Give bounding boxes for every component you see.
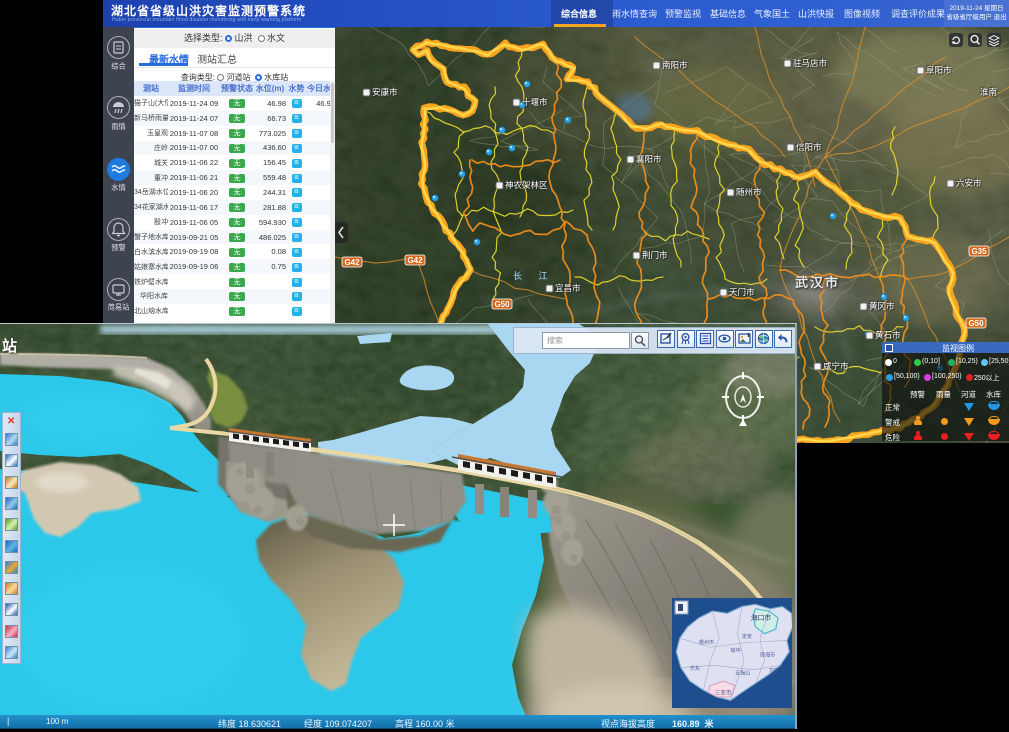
svg-text:定安: 定安: [742, 633, 752, 640]
svg-text:站: 站: [2, 337, 17, 355]
svg-text:G50: G50: [494, 300, 510, 309]
svg-text:天门市: 天门市: [729, 287, 755, 297]
svg-text:G35: G35: [971, 247, 987, 256]
svg-text:黄石市: 黄石市: [875, 330, 901, 340]
svg-text:三亚市: 三亚市: [715, 689, 732, 697]
svg-text:长 江: 长 江: [513, 270, 555, 281]
svg-text:G50: G50: [968, 319, 984, 328]
svg-text:阜阳市: 阜阳市: [926, 65, 952, 75]
svg-text:武汉市: 武汉市: [795, 275, 840, 290]
svg-text:海口市: 海口市: [751, 613, 772, 622]
svg-text:荆门市: 荆门市: [642, 250, 668, 260]
svg-text:G42: G42: [344, 258, 360, 267]
svg-text:神农架林区: 神农架林区: [505, 180, 548, 190]
svg-text:咸宁市: 咸宁市: [823, 361, 849, 371]
svg-text:信阳市: 信阳市: [796, 142, 822, 152]
svg-text:十堰市: 十堰市: [522, 97, 548, 107]
svg-text:G42: G42: [407, 256, 423, 265]
svg-text:襄阳市: 襄阳市: [636, 154, 662, 164]
svg-text:五指山: 五指山: [735, 669, 750, 676]
svg-text:驻马店市: 驻马店市: [793, 58, 828, 68]
svg-text:琼海市: 琼海市: [760, 651, 775, 658]
svg-text:淮南: 淮南: [980, 87, 997, 97]
svg-text:万宁: 万宁: [769, 667, 779, 674]
svg-text:宜昌市: 宜昌市: [555, 283, 581, 293]
svg-text:六安市: 六安市: [956, 178, 982, 188]
svg-text:安康市: 安康市: [372, 87, 398, 97]
svg-text:琼中: 琼中: [731, 647, 741, 654]
svg-text:黄冈市: 黄冈市: [869, 301, 895, 311]
svg-text:乐东: 乐东: [690, 665, 700, 672]
svg-text:随州市: 随州市: [736, 187, 762, 197]
svg-text:儋州市: 儋州市: [699, 639, 714, 646]
svg-text:南阳市: 南阳市: [662, 60, 688, 70]
